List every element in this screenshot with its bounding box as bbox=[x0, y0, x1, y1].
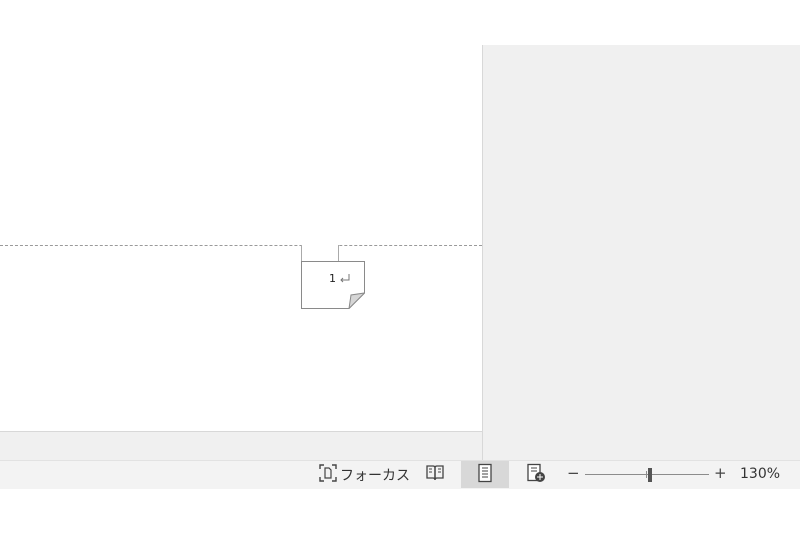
zoom-out-button[interactable]: − bbox=[567, 464, 580, 482]
focus-icon bbox=[318, 463, 338, 487]
zoom-slider-thumb[interactable] bbox=[648, 468, 652, 482]
focus-label: フォーカス bbox=[340, 468, 410, 484]
web-layout-icon bbox=[526, 463, 546, 487]
page-number-text: 1 bbox=[329, 272, 336, 285]
zoom-level-display[interactable]: 130% bbox=[740, 466, 780, 482]
page-number-field[interactable]: 1 bbox=[301, 261, 365, 309]
page-break-line bbox=[0, 245, 482, 246]
print-layout-button[interactable] bbox=[461, 461, 509, 488]
zoom-slider-track bbox=[585, 474, 709, 475]
print-layout-icon bbox=[477, 463, 493, 487]
zoom-in-button[interactable]: + bbox=[714, 464, 727, 482]
workspace-background bbox=[482, 45, 800, 460]
web-layout-button[interactable] bbox=[512, 461, 560, 488]
read-mode-icon bbox=[425, 464, 445, 486]
read-mode-button[interactable] bbox=[411, 461, 459, 488]
zoom-slider-center-tick bbox=[646, 471, 647, 478]
status-bar: フォーカス − + 130% bbox=[0, 460, 800, 489]
focus-mode-button[interactable]: フォーカス bbox=[318, 463, 410, 487]
workspace-bottom-background bbox=[0, 431, 482, 461]
document-canvas[interactable]: 1 bbox=[0, 0, 800, 461]
zoom-slider[interactable] bbox=[585, 468, 709, 482]
footer-tab bbox=[301, 245, 339, 261]
page-number-box-outline bbox=[301, 261, 365, 309]
